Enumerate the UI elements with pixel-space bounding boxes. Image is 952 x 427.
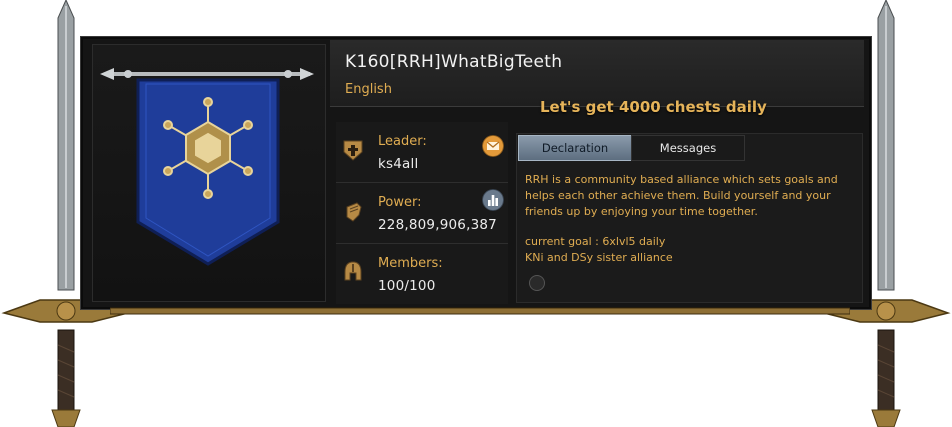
translate-icon[interactable] <box>529 275 545 291</box>
leader-crest-icon <box>343 140 363 161</box>
alliance-name: K160[RRH]WhatBigTeeth <box>345 52 563 72</box>
alliance-stats: Leader: ks4all Power: 228,809,906,387 Me… <box>336 122 508 304</box>
mail-icon[interactable] <box>482 135 504 157</box>
helmet-icon <box>344 261 362 281</box>
alliance-banner-emblem[interactable] <box>100 62 315 272</box>
declaration-sister-line: KNi and DSy sister alliance <box>525 251 673 264</box>
alliance-language: English <box>345 82 392 97</box>
members-row: Members: 100/100 <box>336 244 508 304</box>
bar-chart-icon[interactable] <box>482 189 504 211</box>
power-row: Power: 228,809,906,387 <box>336 183 508 244</box>
bottom-rail <box>110 307 850 315</box>
leader-name[interactable]: ks4all <box>378 156 418 172</box>
declaration-text: RRH is a community based alliance which … <box>525 172 853 266</box>
leader-row: Leader: ks4all <box>336 122 508 183</box>
leader-label: Leader: <box>378 134 427 149</box>
members-label: Members: <box>378 256 443 271</box>
power-value: 228,809,906,387 <box>378 217 497 233</box>
tab-declaration[interactable]: Declaration <box>518 135 632 161</box>
alliance-motto: Let's get 4000 chests daily <box>540 98 767 116</box>
tab-messages[interactable]: Messages <box>631 135 745 161</box>
fist-icon <box>346 202 362 222</box>
declaration-goal-line: current goal : 6xlvl5 daily <box>525 235 666 248</box>
members-count: 100/100 <box>378 278 436 294</box>
declaration-paragraph: RRH is a community based alliance which … <box>525 173 838 218</box>
alliance-title-bar <box>330 40 864 107</box>
power-label: Power: <box>378 195 422 210</box>
